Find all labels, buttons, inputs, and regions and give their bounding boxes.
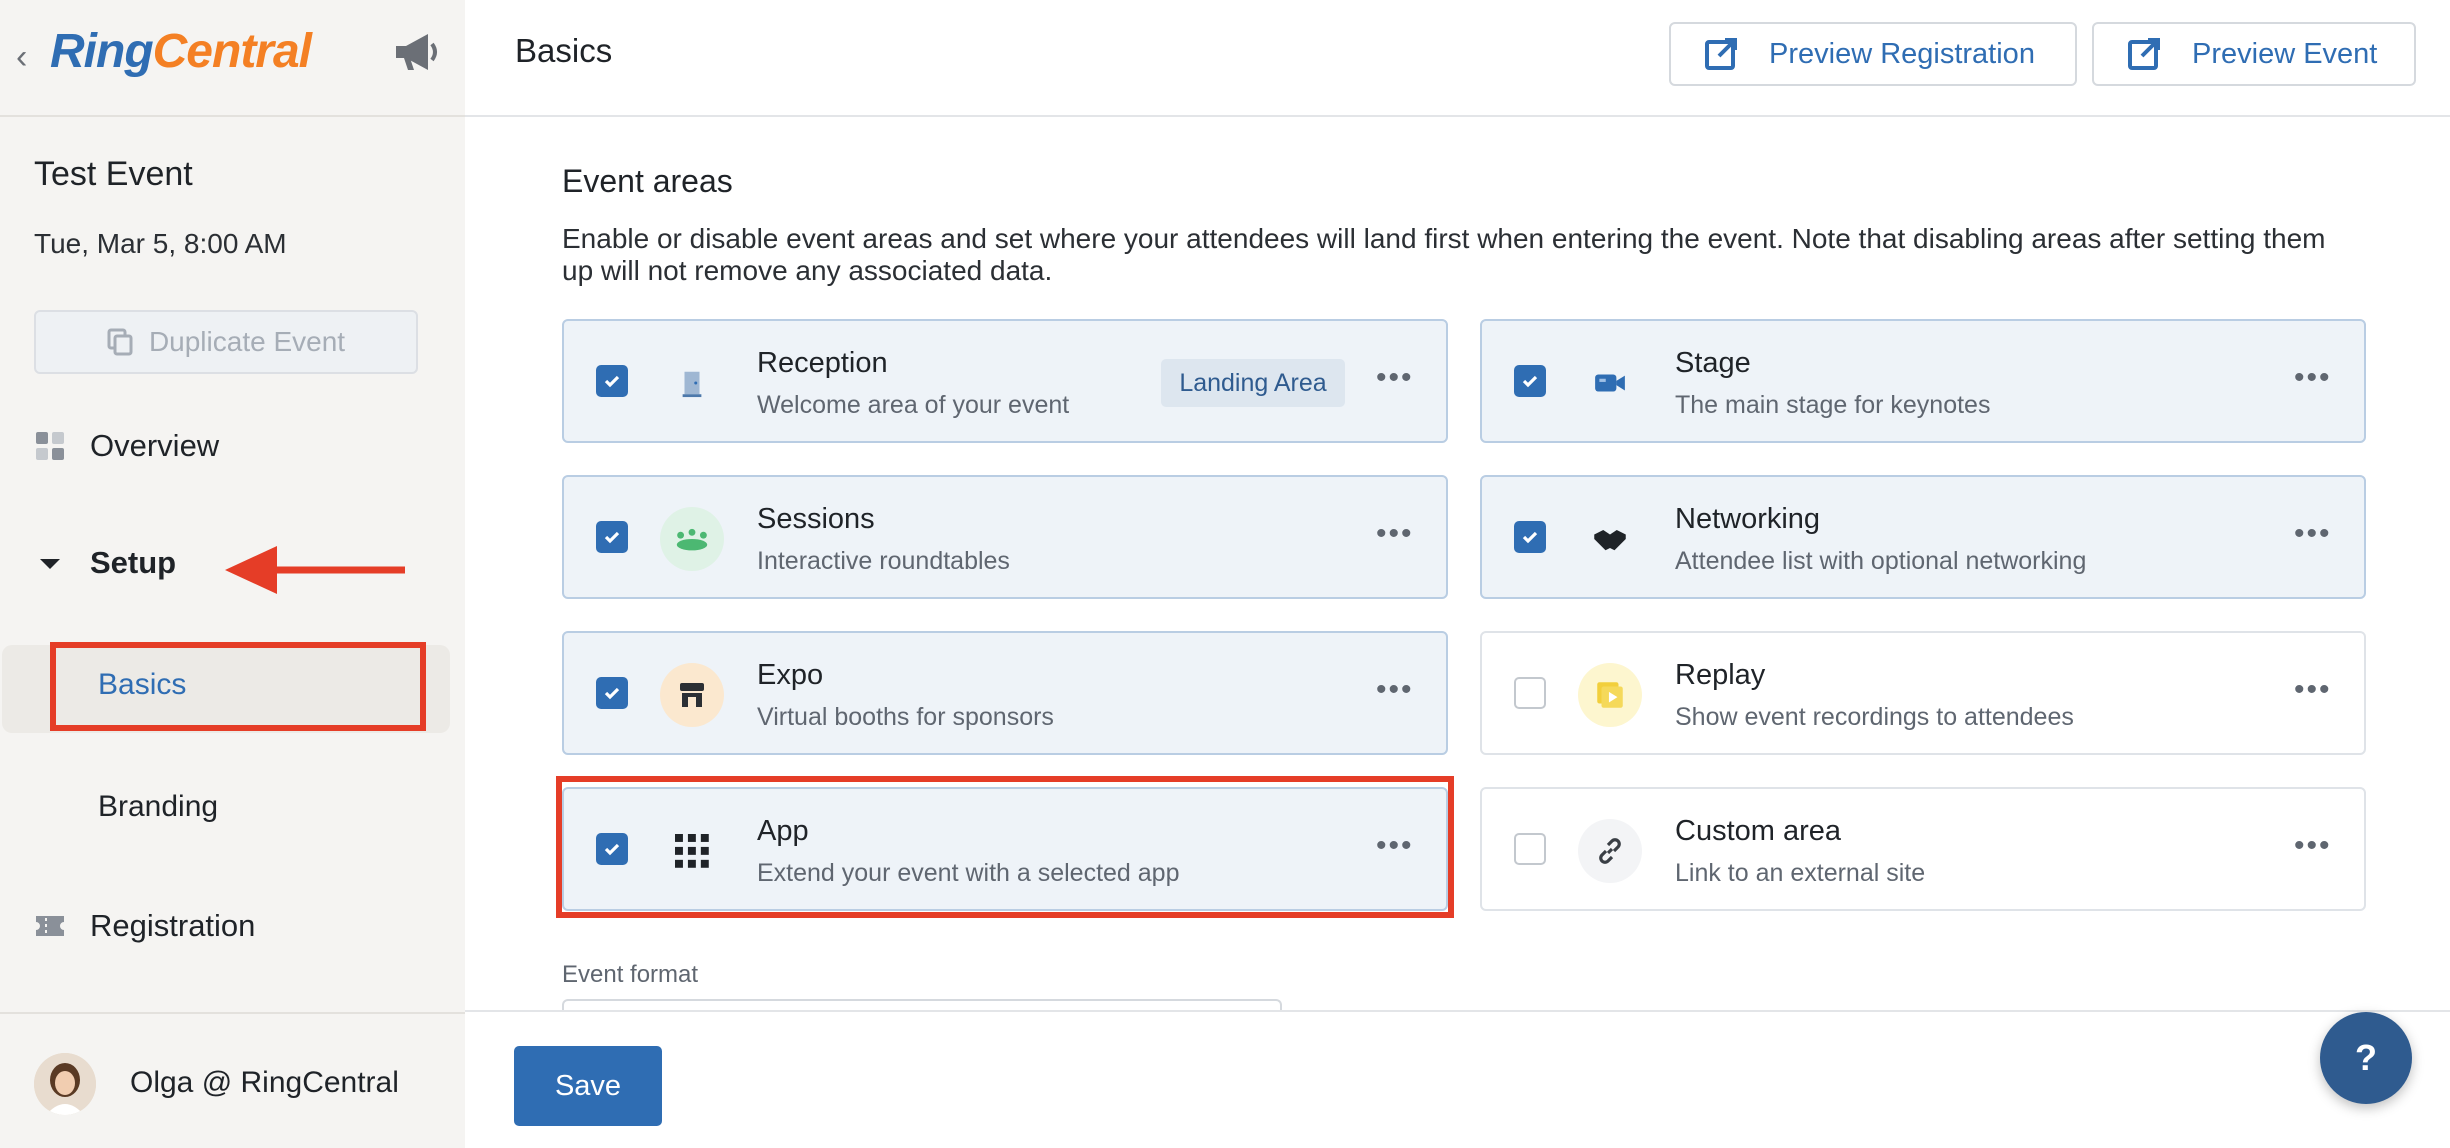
check-icon bbox=[604, 375, 620, 388]
section-description: Enable or disable event areas and set wh… bbox=[562, 223, 2326, 286]
page-header: Basics Preview Registration Preview Even… bbox=[465, 0, 2450, 117]
annotation-highlight-app bbox=[556, 776, 1454, 918]
user-name: Olga @ RingCentral bbox=[130, 1066, 399, 1099]
booth-icon bbox=[660, 663, 724, 727]
area-description: Virtual booths for sponsors bbox=[757, 703, 1054, 731]
page-title: Basics bbox=[515, 32, 613, 69]
area-checkbox[interactable] bbox=[596, 677, 628, 709]
section-title: Event areas bbox=[562, 163, 733, 199]
sidebar-item-label: Overview bbox=[90, 428, 220, 463]
event-title: Test Event bbox=[34, 155, 193, 193]
preview-registration-label: Preview Registration bbox=[1769, 37, 2035, 70]
area-name: Networking bbox=[1675, 503, 1821, 535]
megaphone-icon[interactable] bbox=[392, 30, 444, 74]
area-checkbox[interactable] bbox=[596, 521, 628, 553]
event-format-select[interactable] bbox=[562, 999, 1282, 1010]
area-card-sessions[interactable]: Sessions Interactive roundtables ••• bbox=[562, 475, 1448, 599]
check-icon bbox=[1522, 531, 1538, 544]
area-description: Link to an external site bbox=[1675, 859, 1926, 887]
app-root: ‹ RingCentral Test Event Tue, Mar 5, 8:0… bbox=[0, 0, 2450, 1148]
main-content[interactable]: Event areas Enable or disable event area… bbox=[465, 119, 2450, 1010]
preview-event-button[interactable]: Preview Event bbox=[2092, 22, 2416, 86]
sidebar-item-label: Registration bbox=[90, 908, 256, 943]
external-link-icon bbox=[2128, 38, 2160, 70]
copy-icon bbox=[107, 328, 133, 356]
video-camera-icon bbox=[1578, 351, 1642, 415]
page-footer: Save ? bbox=[465, 1010, 2450, 1148]
event-format-label: Event format bbox=[562, 961, 699, 988]
duplicate-event-button[interactable]: Duplicate Event bbox=[34, 310, 418, 374]
sidebar-item-label: Setup bbox=[90, 545, 177, 580]
handshake-icon bbox=[1578, 507, 1642, 571]
annotation-arrow bbox=[225, 546, 405, 594]
check-icon bbox=[604, 531, 620, 544]
caret-down-icon bbox=[40, 559, 60, 569]
people-table-icon bbox=[660, 507, 724, 571]
avatar bbox=[34, 1053, 96, 1115]
more-options-icon[interactable]: ••• bbox=[1376, 517, 1414, 551]
area-checkbox[interactable] bbox=[1514, 833, 1546, 865]
user-menu[interactable]: Olga @ RingCentral bbox=[0, 1012, 465, 1148]
area-card-expo[interactable]: Expo Virtual booths for sponsors ••• bbox=[562, 631, 1448, 755]
more-options-icon[interactable]: ••• bbox=[1376, 673, 1414, 707]
sidebar: ‹ RingCentral Test Event Tue, Mar 5, 8:0… bbox=[0, 0, 465, 1148]
sidebar-item-branding[interactable]: Branding bbox=[98, 790, 218, 824]
preview-registration-button[interactable]: Preview Registration bbox=[1669, 22, 2077, 86]
grid-icon bbox=[36, 432, 64, 460]
more-options-icon[interactable]: ••• bbox=[2294, 361, 2332, 395]
sidebar-header: ‹ RingCentral bbox=[0, 0, 465, 117]
landing-area-badge: Landing Area bbox=[1161, 359, 1345, 407]
annotation-highlight-basics bbox=[50, 642, 426, 731]
more-options-icon[interactable]: ••• bbox=[2294, 673, 2332, 707]
save-button[interactable]: Save bbox=[514, 1046, 662, 1126]
preview-event-label: Preview Event bbox=[2192, 37, 2378, 70]
check-icon bbox=[604, 687, 620, 700]
area-name: Reception bbox=[757, 347, 888, 379]
link-icon bbox=[1578, 819, 1642, 883]
area-description: Attendee list with optional networking bbox=[1675, 547, 2087, 575]
sidebar-item-setup[interactable]: Setup bbox=[34, 545, 176, 581]
event-date: Tue, Mar 5, 8:00 AM bbox=[34, 228, 287, 259]
ringcentral-logo: RingCentral bbox=[50, 25, 312, 78]
help-button[interactable]: ? bbox=[2320, 1012, 2412, 1104]
more-options-icon[interactable]: ••• bbox=[2294, 517, 2332, 551]
more-options-icon[interactable]: ••• bbox=[2294, 829, 2332, 863]
area-checkbox[interactable] bbox=[1514, 521, 1546, 553]
area-description: Interactive roundtables bbox=[757, 547, 1010, 575]
area-card-reception[interactable]: Reception Welcome area of your event Lan… bbox=[562, 319, 1448, 443]
area-card-custom[interactable]: Custom area Link to an external site ••• bbox=[1480, 787, 2366, 911]
area-description: The main stage for keynotes bbox=[1675, 391, 1991, 419]
area-card-replay[interactable]: Replay Show event recordings to attendee… bbox=[1480, 631, 2366, 755]
replay-icon bbox=[1578, 663, 1642, 727]
area-description: Show event recordings to attendees bbox=[1675, 703, 2074, 731]
sidebar-item-overview[interactable]: Overview bbox=[34, 428, 219, 464]
area-card-networking[interactable]: Networking Attendee list with optional n… bbox=[1480, 475, 2366, 599]
area-checkbox[interactable] bbox=[1514, 365, 1546, 397]
area-description: Welcome area of your event bbox=[757, 391, 1070, 419]
ticket-icon bbox=[36, 916, 64, 936]
chevron-left-icon[interactable]: ‹ bbox=[16, 38, 27, 77]
area-checkbox[interactable] bbox=[596, 365, 628, 397]
area-name: Sessions bbox=[757, 503, 875, 535]
door-icon bbox=[660, 351, 724, 415]
area-checkbox[interactable] bbox=[1514, 677, 1546, 709]
check-icon bbox=[1522, 375, 1538, 388]
area-card-stage[interactable]: Stage The main stage for keynotes ••• bbox=[1480, 319, 2366, 443]
area-name: Replay bbox=[1675, 659, 1766, 691]
area-name: Stage bbox=[1675, 347, 1751, 379]
area-name: Custom area bbox=[1675, 815, 1842, 847]
area-name: Expo bbox=[757, 659, 824, 691]
duplicate-event-label: Duplicate Event bbox=[148, 326, 346, 357]
external-link-icon bbox=[1705, 38, 1737, 70]
sidebar-item-registration[interactable]: Registration bbox=[34, 908, 255, 944]
more-options-icon[interactable]: ••• bbox=[1376, 361, 1414, 395]
